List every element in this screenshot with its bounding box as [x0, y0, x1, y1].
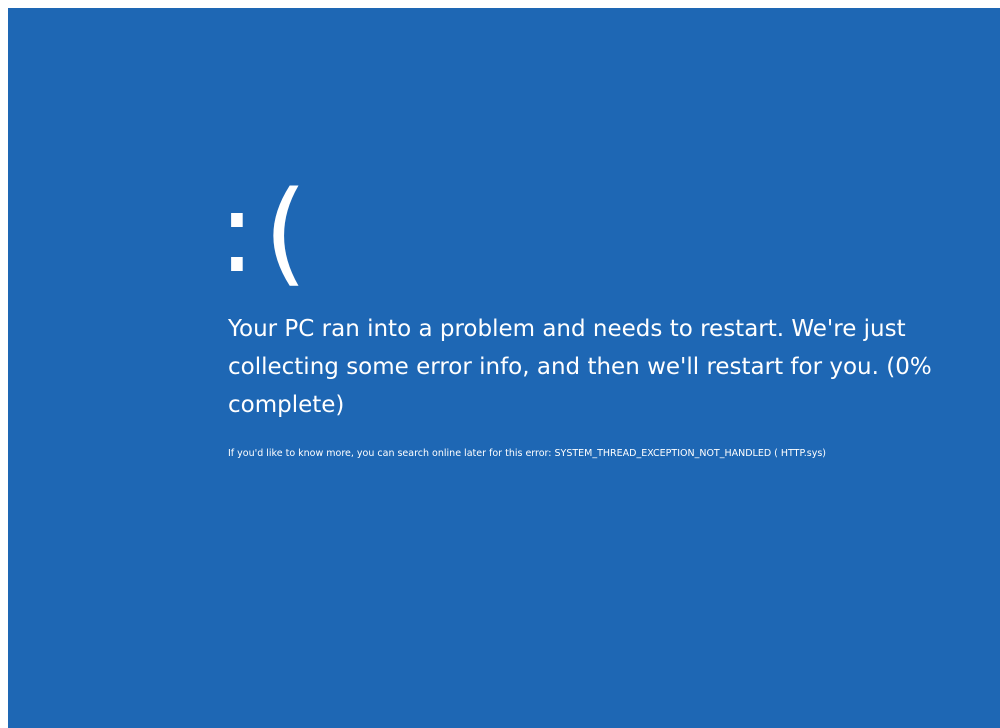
error-message: Your PC ran into a problem and needs to … — [228, 316, 932, 418]
error-details: If you'd like to know more, you can sear… — [228, 448, 826, 459]
blue-screen-error: :( Your PC ran into a problem and needs … — [8, 8, 1000, 728]
sad-face-icon: :( — [218, 168, 316, 298]
